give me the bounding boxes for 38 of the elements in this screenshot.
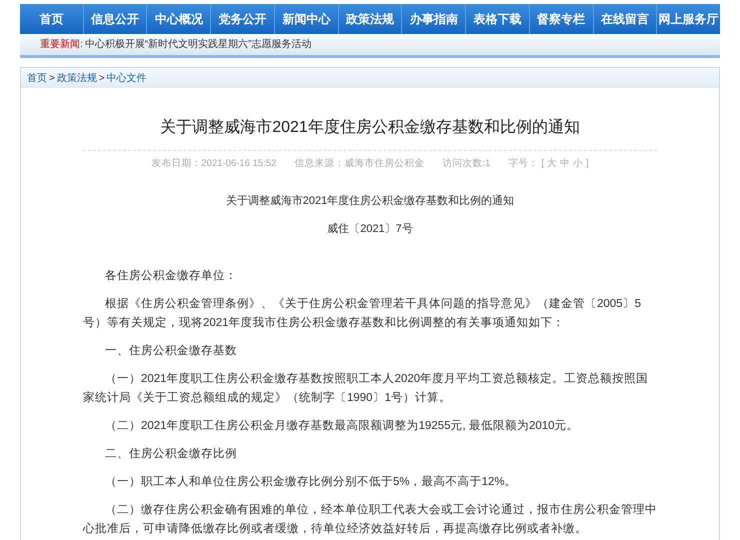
news-headline[interactable]: 中心积极开展“新时代文明实践星期六”志愿服务活动	[84, 37, 312, 52]
nav-link[interactable]: 信息公开	[91, 10, 140, 28]
meta-text: 访问次数:1	[442, 157, 490, 171]
breadcrumb-link[interactable]: 政策法规	[56, 70, 97, 86]
breadcrumb-link[interactable]: 中心文件	[106, 70, 147, 86]
font-size-link[interactable]: 小	[572, 157, 583, 172]
paragraph: 二、住房公积金缴存比例	[104, 446, 238, 462]
meta-text: 信息来源：威海市住房公积金	[294, 157, 424, 171]
paragraph: 各住房公积金缴存单位：	[104, 268, 238, 284]
paragraph: 一、住房公积金缴存基数	[104, 343, 238, 360]
breadcrumb-link[interactable]: 首页	[27, 70, 47, 86]
font-size-link[interactable]: 大	[546, 157, 557, 172]
font-size-link[interactable]: 中	[560, 157, 570, 172]
nav-link[interactable]: 网上服务厅	[658, 10, 719, 28]
nav-link[interactable]: 督察专栏	[537, 10, 586, 28]
news-label: 重要新闻:	[40, 38, 83, 52]
nav-link[interactable]: 首页	[39, 10, 64, 28]
paragraph: （一）职工本人和单位住房公积金缴存比例分别不低于5%，最高不高于12%。	[104, 474, 518, 490]
breadcrumb-separator: >	[98, 72, 105, 86]
nav-link[interactable]: 在线留言	[600, 10, 649, 28]
bracket-text: [	[541, 157, 544, 171]
meta-text: 发布日期：2021-06-16 15:52	[151, 157, 276, 171]
paragraph: 根据《住房公积金管理条例》、《关于住房公积金管理若干具体问题的指导意见》（建金管〔2005〕5号）等有关规定，现将2021年度我市住房公积金缴存基数和比例调整的有关事项通知如下：	[83, 296, 642, 332]
bracket-text: ]	[586, 157, 589, 171]
paragraph: （一）2021年度职工住房公积金缴存基数按照职工本人2020年度月平均工资总额核定。工资总额按照国家统计局《关于工资总额组成的规定》（统制字〔1990〕1号）计算。	[83, 371, 650, 406]
breadcrumb-separator: >	[49, 72, 55, 86]
document-number: 威住〔2021〕7号	[326, 222, 414, 237]
nav-link[interactable]: 政策法规	[346, 10, 394, 28]
font-size-label: 字号：	[508, 157, 538, 171]
nav-link[interactable]: 办事指南	[410, 10, 458, 28]
paragraph: （二）2021年度职工住房公积金月缴存基数最高限额调整为19255元, 最低限额为2010元。	[104, 418, 580, 434]
nav-link[interactable]: 表格下载	[474, 10, 522, 28]
nav-link[interactable]: 中心概况	[154, 10, 203, 28]
nav-link[interactable]: 新闻中心	[282, 10, 330, 28]
nav-link[interactable]: 党务公开	[218, 10, 267, 28]
document-subtitle: 关于调整威海市2021年度住房公积金缴存基数和比例的通知	[224, 194, 516, 210]
paragraph: （二）缴存住房公积金确有困难的单位，经本单位职工代表大会或工会讨论通过，报市住房公积金管理中心批准后，可申请降低缴存比例或者缓缴，待单位经济效益好转后，再提高缴存比例或者补缴。	[83, 502, 657, 538]
article-title: 关于调整威海市2021年度住房公积金缴存基数和比例的通知	[83, 88, 657, 151]
